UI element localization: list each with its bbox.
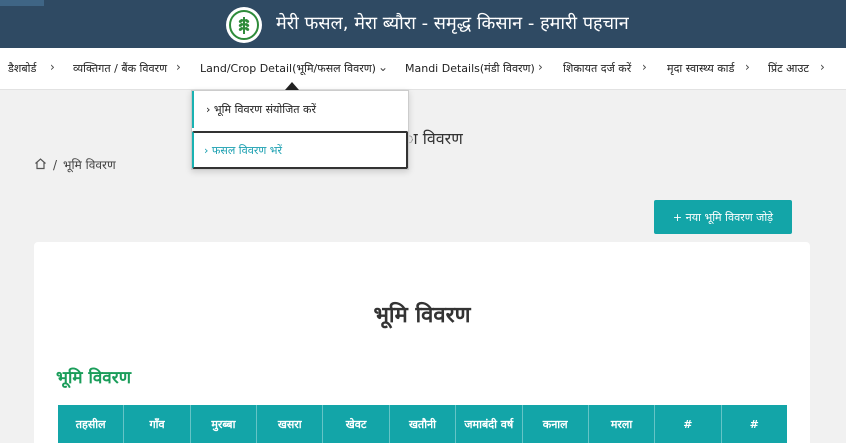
chevron-right-icon: › [538, 60, 543, 74]
nav-dashboard[interactable]: डैशबोर्ड [8, 61, 36, 76]
land-crop-dropdown-menu: › भूमि विवरण संयोजित करें › फसल विवरण भर… [191, 90, 409, 170]
chevron-right-icon: › [176, 60, 181, 74]
column-header-jamabandi-year: जमाबंदी वर्ष [456, 405, 523, 443]
dropdown-item-label: भूमि विवरण संयोजित करें [213, 103, 316, 116]
column-header-khasra: खसरा [257, 405, 324, 443]
table-header: तहसील गाँव मुरब्बा खसरा खेवट खतौनी जमाबं… [58, 405, 787, 443]
chevron-right-icon: › [50, 60, 55, 74]
column-header-khatauni: खतौनी [390, 405, 457, 443]
dropdown-item-fill-crop-detail[interactable]: › फसल विवरण भरें [192, 131, 408, 169]
nav-personal-bank[interactable]: व्यक्तिगत / बैंक विवरण [73, 61, 167, 76]
land-detail-card: भूमि विवरण भूमि विवरण तहसील गाँव मुरब्बा… [34, 242, 810, 443]
app-title: मेरी फसल, मेरा ब्यौरा - समृद्ध किसान - ह… [276, 13, 629, 34]
nav-land-crop[interactable]: Land/Crop Detail(भूमि/फसल विवरण) [200, 61, 376, 76]
column-header-tehsil: तहसील [58, 405, 125, 443]
column-header-marla: मरला [589, 405, 656, 443]
home-icon[interactable] [34, 157, 47, 173]
page-heading: ा विवरण [404, 129, 463, 148]
breadcrumb: / भूमि विवरण [34, 156, 116, 173]
column-header-village: गाँव [124, 405, 191, 443]
nav-complaint[interactable]: शिकायत दर्ज करें [563, 61, 631, 76]
chevron-right-icon: › [820, 60, 825, 74]
header-corner-accent [0, 0, 44, 6]
breadcrumb-current: भूमि विवरण [63, 158, 116, 172]
section-title: भूमि विवरण [56, 368, 131, 388]
column-header-kanal: कनाल [523, 405, 589, 443]
dropdown-caret [285, 82, 299, 90]
chevron-right-icon: › [204, 144, 212, 157]
nav-mandi-details[interactable]: Mandi Details(मंडी विवरण) [405, 61, 535, 76]
add-land-detail-button[interactable]: + नया भूमि विवरण जोड़े [654, 200, 792, 234]
wheat-icon [226, 7, 262, 43]
column-header-murabba: मुरब्बा [191, 405, 258, 443]
chevron-right-icon: › [642, 60, 647, 74]
dropdown-item-add-land-detail[interactable]: › भूमि विवरण संयोजित करें [192, 91, 408, 128]
breadcrumb-separator: / [53, 157, 58, 172]
nav-soil-health-card[interactable]: मृदा स्वास्थ्य कार्ड [667, 61, 734, 76]
column-header-khewat: खेवट [323, 405, 390, 443]
dropdown-item-label: फसल विवरण भरें [211, 144, 283, 157]
card-title: भूमि विवरण [373, 303, 471, 328]
column-header-action-2: # [749, 417, 759, 431]
chevron-right-icon: › [745, 60, 750, 74]
column-header-action-1: # [655, 405, 722, 443]
app-header: मेरी फसल, मेरा ब्यौरा - समृद्ध किसान - ह… [0, 0, 846, 48]
main-nav: डैशबोर्ड › व्यक्तिगत / बैंक विवरण › Land… [0, 48, 846, 90]
chevron-down-icon[interactable]: ⌄ [378, 60, 388, 74]
chevron-right-icon: › [206, 103, 214, 116]
nav-print-out[interactable]: प्रिंट आउट [768, 61, 809, 76]
